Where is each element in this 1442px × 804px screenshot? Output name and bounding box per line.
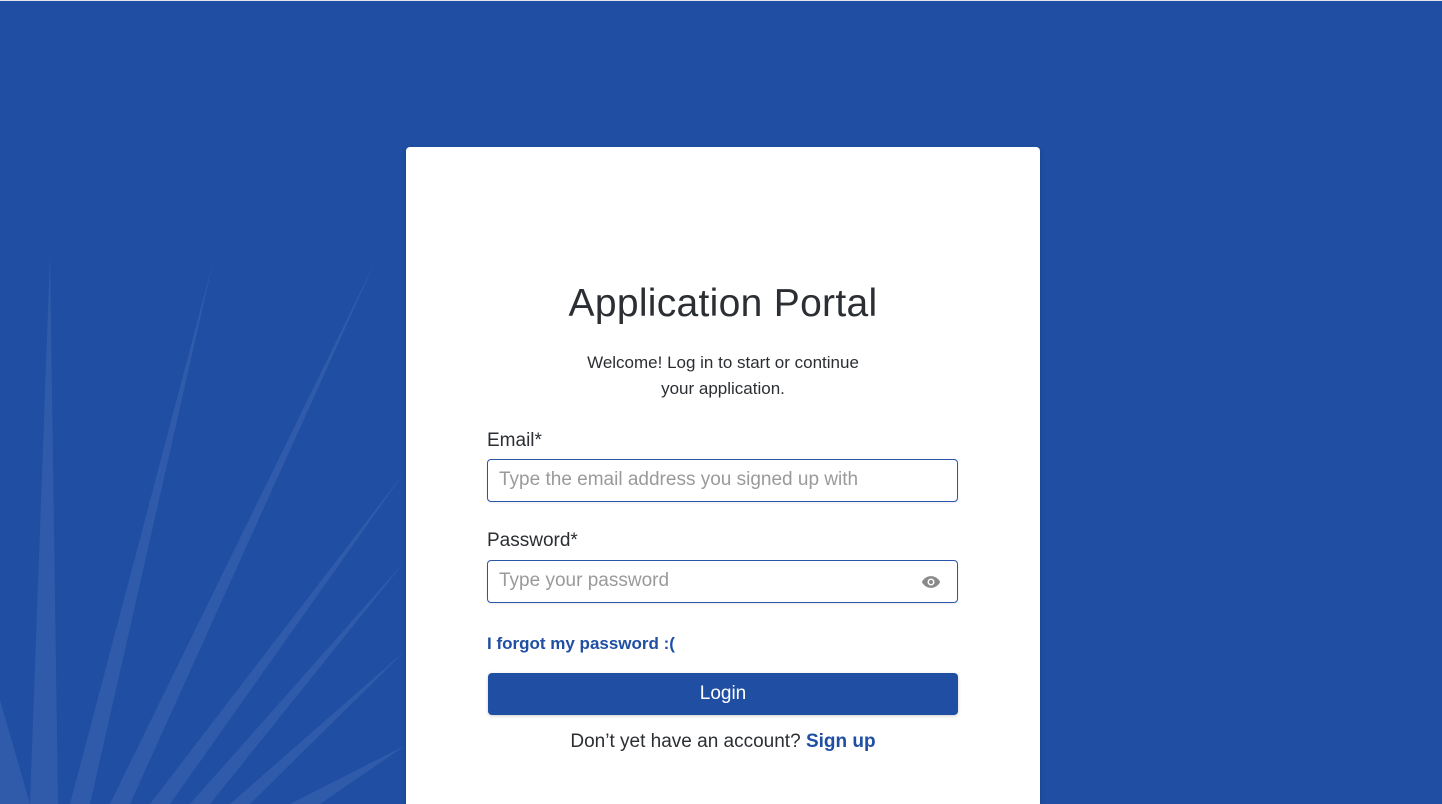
password-field-wrapper (487, 560, 958, 603)
login-card: Application Portal Welcome! Log in to st… (406, 147, 1040, 804)
email-label: Email* (487, 430, 542, 451)
login-button[interactable]: Login (488, 673, 958, 715)
signup-link[interactable]: Sign up (806, 731, 876, 752)
page-title: Application Portal (568, 282, 878, 325)
email-field-wrapper (487, 459, 958, 502)
email-input[interactable] (499, 460, 919, 500)
welcome-subtitle: Welcome! Log in to start or continue you… (587, 353, 859, 398)
password-label: Password* (487, 530, 578, 551)
signup-row: Don’t yet have an account? Sign up (406, 731, 1040, 753)
password-input[interactable] (499, 561, 919, 601)
signup-prompt: Don’t yet have an account? (570, 731, 806, 752)
forgot-password-link[interactable]: I forgot my password :( (487, 634, 675, 654)
eye-icon[interactable] (921, 573, 941, 591)
